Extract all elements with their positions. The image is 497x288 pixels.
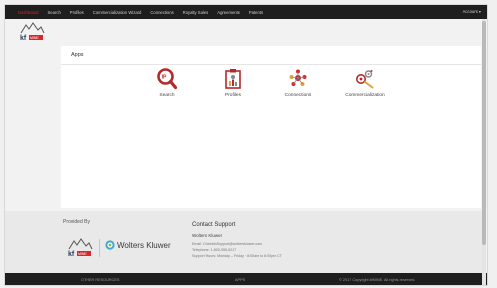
support-hours: Support Hours: Monday – Friday · 8:00am … [192, 254, 282, 258]
support-phone: Telephone: 1-800-955-5217 [192, 248, 237, 252]
other-resources-link[interactable]: OTHER RESOURCES [81, 278, 119, 282]
bottom-bar: OTHER RESOURCES APPS © 2017 Copyright kf… [5, 273, 487, 285]
divider [61, 64, 481, 65]
support-email[interactable]: Email: CheetahSupport@wolterskluwer.com [192, 242, 262, 246]
app-search[interactable]: IP Search [137, 68, 197, 98]
svg-text:kf: kf [68, 251, 75, 258]
account-menu[interactable]: Account ▾ [463, 9, 481, 14]
app-window: Dashboard Search Profiles Commercializat… [4, 4, 488, 286]
wolters-kluwer-logo-icon [105, 240, 115, 250]
main-content: Apps IP Search Profiles Connections Comm… [61, 46, 481, 208]
app-label-search: Search [159, 93, 175, 98]
footer: Provided By kf MINE Wolters Kluwer Conta… [5, 211, 485, 273]
apps-heading: Apps [71, 52, 84, 58]
scrollbar-thumb[interactable] [482, 21, 486, 245]
search-icon: IP [157, 68, 177, 90]
profiles-icon [225, 69, 241, 89]
partner-name: Wolters Kluwer [117, 241, 171, 250]
scrollbar[interactable] [482, 19, 486, 285]
header-bar [5, 19, 487, 43]
kfmine-footer-logo: kf MINE [68, 238, 93, 258]
nav-item-patents[interactable]: Patents [249, 10, 263, 15]
svg-text:MINE: MINE [78, 252, 87, 256]
provided-by-label: Provided By [63, 219, 90, 225]
support-company: Wolters Kluwer [192, 233, 223, 238]
connections-icon [289, 69, 307, 86]
top-navigation-bar: Dashboard Search Profiles Commercializat… [5, 5, 487, 19]
svg-text:MINE: MINE [30, 36, 39, 40]
apps-link[interactable]: APPS [235, 278, 245, 282]
contact-support-heading: Contact Support [192, 222, 236, 228]
nav-item-commercialization-wizard[interactable]: Commercialization Wizard [93, 10, 142, 15]
svg-text:IP: IP [162, 75, 167, 81]
app-label-commercialization: Commercialization [345, 93, 385, 98]
app-profiles[interactable]: Profiles [203, 68, 263, 98]
nav-item-dashboard[interactable]: Dashboard [18, 10, 39, 15]
copyright-text: © 2017 Copyright kfMINE. All rights rese… [339, 278, 416, 282]
nav-item-search[interactable]: Search [48, 10, 61, 15]
nav-item-profiles[interactable]: Profiles [70, 10, 84, 15]
svg-text:kf: kf [20, 35, 27, 42]
footer-divider [99, 239, 100, 257]
app-connections[interactable]: Connections [268, 68, 328, 98]
commercialization-icon [356, 70, 374, 89]
nav-item-royalty-sales[interactable]: Royalty Sales [183, 10, 209, 15]
nav-item-agreements[interactable]: Agreements [217, 10, 240, 15]
app-commercialization[interactable]: Commercialization [335, 68, 395, 98]
app-label-connections: Connections [284, 93, 312, 98]
app-label-profiles: Profiles [225, 93, 241, 98]
kfmine-logo[interactable]: kf MINE [19, 21, 45, 43]
nav-item-connections[interactable]: Connections [150, 10, 173, 15]
